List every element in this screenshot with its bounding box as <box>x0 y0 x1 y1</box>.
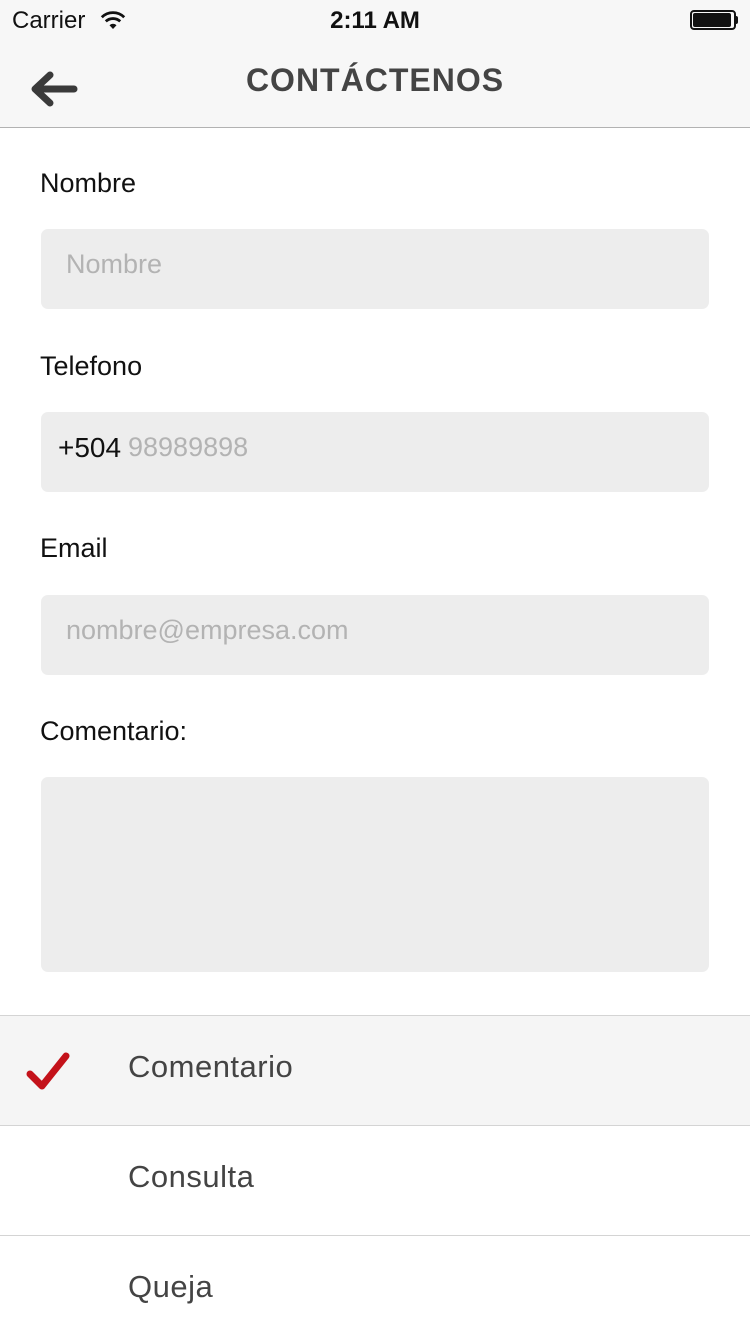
name-placeholder: Nombre <box>66 249 163 279</box>
phone-label: Telefono <box>40 351 143 381</box>
email-label: Email <box>40 533 108 563</box>
phone-field[interactable]: +504 98989898 <box>41 412 709 492</box>
page-title: CONTÁCTENOS <box>245 62 505 98</box>
navigation-bar: CONTÁCTENOS <box>0 40 750 128</box>
option-label: Comentario <box>128 1049 294 1084</box>
name-field[interactable]: Nombre <box>41 229 709 309</box>
comment-textarea[interactable] <box>41 777 709 972</box>
option-label: Consulta <box>128 1159 255 1194</box>
checkmark-icon <box>26 1052 70 1092</box>
arrow-left-icon <box>24 71 84 116</box>
phone-placeholder: 98989898 <box>128 432 249 462</box>
battery-icon <box>690 10 738 30</box>
contact-screen: Carrier 2:11 AM CONTÁCTENOS Nombre Nombr… <box>0 0 750 1334</box>
email-field[interactable]: nombre@empresa.com <box>41 595 709 675</box>
status-bar: Carrier 2:11 AM <box>0 0 750 40</box>
clock: 2:11 AM <box>330 7 420 34</box>
phone-prefix: +504 <box>58 432 122 463</box>
option-queja[interactable]: Queja <box>0 1235 750 1334</box>
option-label: Queja <box>128 1269 214 1304</box>
name-label: Nombre <box>40 168 137 198</box>
email-placeholder: nombre@empresa.com <box>66 615 349 645</box>
comment-label: Comentario: <box>40 716 188 746</box>
option-consulta[interactable]: Consulta <box>0 1125 750 1235</box>
option-comentario[interactable]: Comentario <box>0 1015 750 1125</box>
